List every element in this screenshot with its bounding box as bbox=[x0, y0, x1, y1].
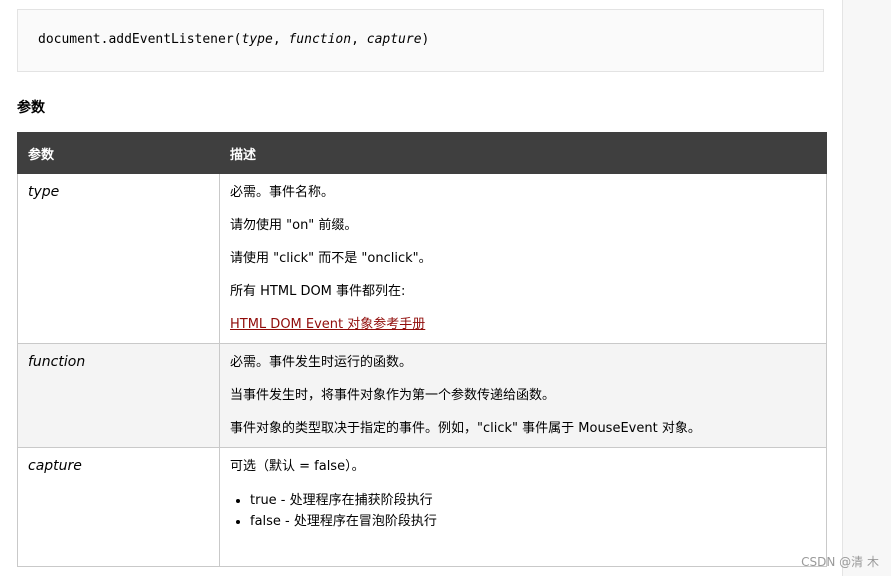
list-item: false - 处理程序在冒泡阶段执行 bbox=[250, 511, 816, 532]
code-example: document.addEventListener(type, function… bbox=[17, 9, 824, 72]
option-list: true - 处理程序在捕获阶段执行 false - 处理程序在冒泡阶段执行 bbox=[250, 490, 816, 532]
desc-line: 当事件发生时，将事件对象作为第一个参数传递给函数。 bbox=[230, 388, 556, 403]
param-name: type bbox=[17, 173, 220, 344]
code-sep: , bbox=[351, 32, 367, 47]
event-reference-link[interactable]: HTML DOM Event 对象参考手册 bbox=[230, 317, 425, 332]
header-desc: 描述 bbox=[219, 132, 827, 174]
table-row: type 必需。事件名称。 请勿使用 "on" 前缀。 请使用 "click" … bbox=[17, 173, 827, 344]
right-rail bbox=[842, 0, 891, 576]
code-arg-capture: capture bbox=[366, 32, 422, 47]
desc-line: 所有 HTML DOM 事件都列在: bbox=[230, 284, 406, 299]
param-description: 必需。事件发生时运行的函数。 当事件发生时，将事件对象作为第一个参数传递给函数。… bbox=[219, 343, 827, 448]
parameters-table: 参数 描述 type 必需。事件名称。 请勿使用 "on" 前缀。 请使用 "c… bbox=[17, 132, 827, 567]
param-description: 可选（默认 = false）。 true - 处理程序在捕获阶段执行 false… bbox=[219, 447, 827, 567]
desc-line: 请勿使用 "on" 前缀。 bbox=[230, 218, 358, 233]
desc-line: 请使用 "click" 而不是 "onclick"。 bbox=[230, 251, 432, 266]
desc-line: HTML DOM Event 对象参考手册 bbox=[230, 316, 816, 334]
desc-line: 必需。事件名称。 bbox=[230, 185, 335, 200]
code-suffix: ) bbox=[421, 32, 430, 47]
header-param: 参数 bbox=[17, 132, 220, 174]
table-row: capture 可选（默认 = false）。 true - 处理程序在捕获阶段… bbox=[17, 447, 827, 567]
desc-line: 可选（默认 = false）。 bbox=[230, 459, 365, 474]
param-name: capture bbox=[17, 447, 220, 567]
param-name: function bbox=[17, 343, 220, 448]
table-header-row: 参数 描述 bbox=[17, 132, 827, 174]
code-sep: , bbox=[272, 32, 289, 47]
code-arg-type: type bbox=[241, 32, 273, 47]
section-heading: 参数 bbox=[17, 100, 45, 116]
code-arg-function: function bbox=[288, 32, 352, 47]
watermark: CSDN @清 木 bbox=[801, 555, 879, 569]
desc-line: 必需。事件发生时运行的函数。 bbox=[230, 355, 413, 370]
table-row: function 必需。事件发生时运行的函数。 当事件发生时，将事件对象作为第一… bbox=[17, 343, 827, 448]
desc-line: 事件对象的类型取决于指定的事件。例如，"click" 事件属于 MouseEve… bbox=[230, 421, 701, 436]
code-prefix: document.addEventListener( bbox=[38, 32, 242, 47]
list-item: true - 处理程序在捕获阶段执行 bbox=[250, 490, 816, 511]
param-description: 必需。事件名称。 请勿使用 "on" 前缀。 请使用 "click" 而不是 "… bbox=[219, 173, 827, 344]
